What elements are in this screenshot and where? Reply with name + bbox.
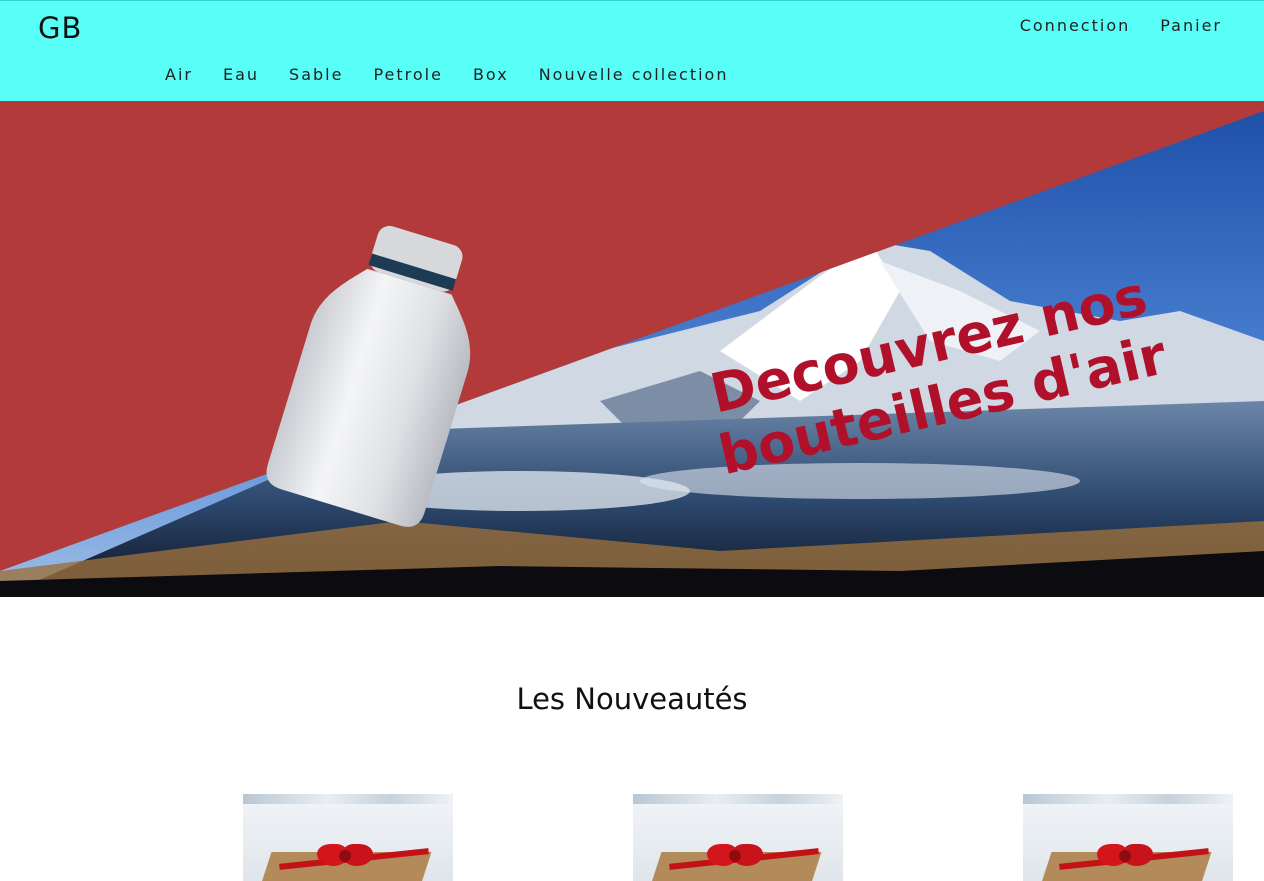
- product-card[interactable]: [1023, 794, 1233, 881]
- product-card[interactable]: [243, 794, 453, 881]
- nav-item-air[interactable]: Air: [165, 65, 193, 84]
- product-card[interactable]: [633, 794, 843, 881]
- nav-item-nouvelle-collection[interactable]: Nouvelle collection: [539, 65, 729, 84]
- nav-item-eau[interactable]: Eau: [223, 65, 259, 84]
- cart-link[interactable]: Panier: [1160, 16, 1222, 35]
- account-links: Connection Panier: [1020, 16, 1222, 35]
- main-nav: Air Eau Sable Petrole Box Nouvelle colle…: [165, 65, 728, 84]
- site-header: GB Connection Panier Air Eau Sable Petro…: [0, 0, 1264, 101]
- nav-item-sable[interactable]: Sable: [289, 65, 343, 84]
- connection-link[interactable]: Connection: [1020, 16, 1131, 35]
- nav-item-petrole[interactable]: Petrole: [373, 65, 443, 84]
- section-title: Les Nouveautés: [516, 682, 748, 716]
- site-logo[interactable]: GB: [38, 11, 82, 45]
- hero-banner[interactable]: Decouvrez nos bouteilles d'air: [0, 101, 1264, 597]
- nav-item-box[interactable]: Box: [473, 65, 509, 84]
